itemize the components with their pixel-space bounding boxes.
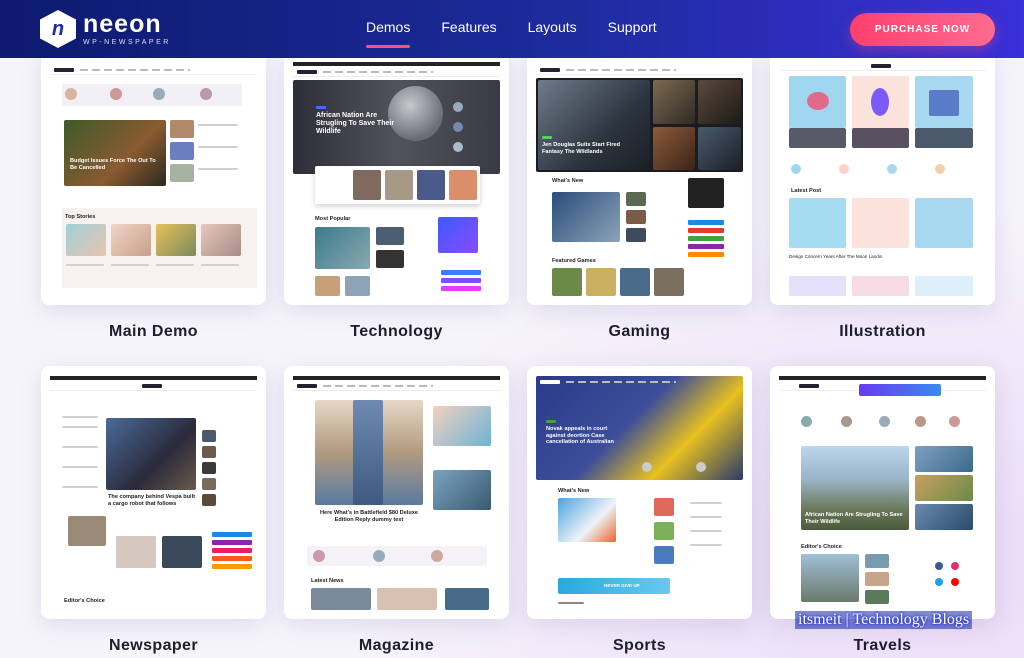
- demo-main-hero-title: Budget Issues Force The Out To Be Cancel…: [70, 158, 156, 171]
- demo-label-gaming[interactable]: Gaming: [527, 323, 752, 341]
- demo-card-newspaper[interactable]: The company behind Vespa built a cargo r…: [41, 366, 266, 619]
- demo-label-newspaper[interactable]: Newspaper: [41, 637, 266, 655]
- demo-label-illustration[interactable]: Illustration: [770, 323, 995, 341]
- demo-label-main[interactable]: Main Demo: [41, 323, 266, 341]
- demo-preview-magazine: Here What's in Battlefield $80 Deluxe Ed…: [293, 366, 500, 611]
- logo-mark: n: [51, 18, 65, 40]
- demo-gaming-section-2: Featured Games: [552, 258, 596, 264]
- logo-subtitle: WP-NEWSPAPER: [83, 39, 171, 46]
- demo-card-illustration[interactable]: Latest Post Design Concern Years After T…: [770, 52, 995, 305]
- demo-preview-gaming: Jen Douglas Suits Start Fired Fantasy Th…: [536, 52, 743, 297]
- demo-card-main[interactable]: Budget Issues Force The Out To Be Cancel…: [41, 52, 266, 305]
- nav-support[interactable]: Support: [608, 19, 657, 35]
- demo-sports-section: What's New: [558, 488, 590, 494]
- demo-sports-hero-title: Novak appeals in court against deortion …: [546, 426, 614, 446]
- brand-logo[interactable]: n neeon WP-NEWSPAPER: [40, 10, 171, 48]
- demo-gaming-section: What's New: [552, 178, 584, 184]
- demo-card-travels[interactable]: African Nation Are Strugling To Save The…: [770, 366, 995, 619]
- demo-preview-travels: African Nation Are Strugling To Save The…: [779, 366, 986, 611]
- demo-preview-illustration: Latest Post Design Concern Years After T…: [779, 52, 986, 297]
- demo-technology-section: Most Popular: [315, 216, 351, 222]
- demo-label-technology[interactable]: Technology: [284, 323, 509, 341]
- purchase-now-button[interactable]: PURCHASE NOW: [850, 13, 995, 46]
- demo-label-magazine[interactable]: Magazine: [284, 637, 509, 655]
- nav-features[interactable]: Features: [441, 19, 496, 35]
- demo-main-section: Top Stories: [65, 214, 96, 220]
- main-nav: Demos Features Layouts Support: [366, 19, 688, 48]
- demo-preview-technology: African Nation Are Strugling To Save The…: [293, 52, 500, 297]
- nav-layouts[interactable]: Layouts: [528, 19, 577, 35]
- demo-preview-newspaper: The company behind Vespa built a cargo r…: [50, 366, 257, 611]
- demo-card-magazine[interactable]: Here What's in Battlefield $80 Deluxe Ed…: [284, 366, 509, 619]
- watermark-text: itsmeit | Technology Blogs: [795, 611, 973, 629]
- logo-hex-icon: n: [40, 10, 76, 48]
- demo-card-gaming[interactable]: Jen Douglas Suits Start Fired Fantasy Th…: [527, 52, 752, 305]
- demo-technology-hero-title: African Nation Are Strugling To Save The…: [316, 112, 395, 135]
- nav-demos[interactable]: Demos: [366, 19, 411, 48]
- demo-preview-main: Budget Issues Force The Out To Be Cancel…: [50, 52, 257, 297]
- demo-label-sports[interactable]: Sports: [527, 637, 752, 655]
- top-header: n neeon WP-NEWSPAPER Demos Features Layo…: [0, 0, 1024, 58]
- logo-name: neeon: [83, 10, 162, 38]
- demo-illustration-section: Latest Post: [791, 188, 822, 194]
- demo-newspaper-hero-title: The company behind Vespa built a cargo r…: [108, 494, 196, 507]
- demo-label-travels[interactable]: Travels: [770, 637, 995, 655]
- demo-travels-section: Editor's Choice: [801, 544, 842, 550]
- demo-magazine-section: Latest News: [311, 578, 344, 584]
- demo-travels-hero-title: African Nation Are Strugling To Save The…: [805, 512, 903, 525]
- demo-illustration-caption: Design Concern Years After The Moon Land…: [789, 254, 883, 259]
- demo-preview-sports: Novak appeals in court against deortion …: [536, 366, 743, 611]
- demo-sports-banner: NEVER GIVE UP: [604, 583, 640, 588]
- demo-magazine-hero-title: Here What's in Battlefield $80 Deluxe Ed…: [319, 510, 418, 523]
- demo-gaming-hero-title: Jen Douglas Suits Start Fired Fantasy Th…: [542, 142, 621, 155]
- demo-newspaper-section: Editor's Choice: [64, 598, 105, 604]
- demo-card-technology[interactable]: African Nation Are Strugling To Save The…: [284, 52, 509, 305]
- demo-card-sports[interactable]: Novak appeals in court against deortion …: [527, 366, 752, 619]
